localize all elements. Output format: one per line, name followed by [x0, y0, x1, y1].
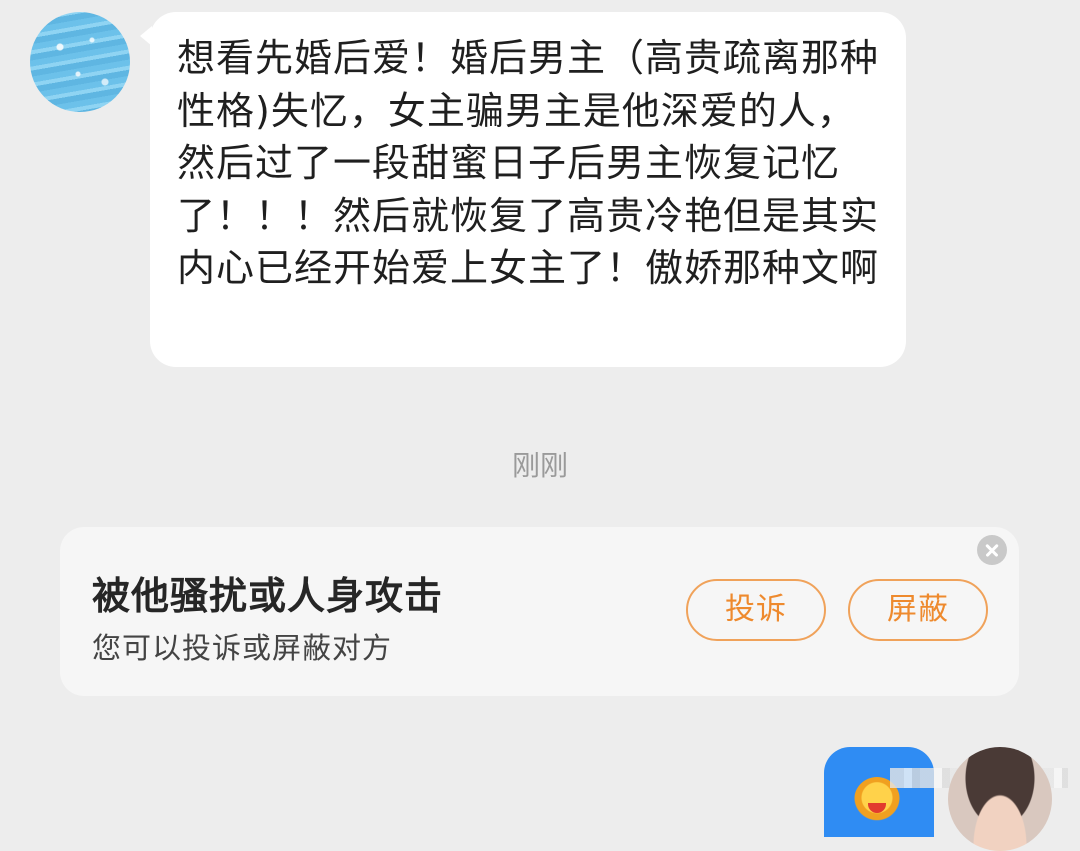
incoming-message-bubble[interactable]: 想看先婚后爱！婚后男主（高贵疏离那种性格)失忆，女主骗男主是他深爱的人，然后过了… [140, 12, 906, 367]
block-button[interactable]: 屏蔽 [848, 579, 988, 641]
outgoing-message-bubble[interactable] [824, 747, 934, 837]
message-timestamp: 刚刚 [511, 449, 568, 482]
close-icon[interactable] [977, 535, 1007, 565]
self-avatar[interactable] [948, 747, 1052, 851]
report-card-title: 被他骚扰或人身攻击 [92, 574, 444, 618]
report-card: 被他骚扰或人身攻击 您可以投诉或屏蔽对方 投诉 屏蔽 [60, 527, 1019, 696]
message-text: 想看先婚后爱！婚后男主（高贵疏离那种性格)失忆，女主骗男主是他深爱的人，然后过了… [177, 36, 880, 290]
report-card-subtitle: 您可以投诉或屏蔽对方 [92, 631, 393, 665]
report-button[interactable]: 投诉 [686, 579, 826, 641]
sender-avatar[interactable] [30, 12, 130, 112]
